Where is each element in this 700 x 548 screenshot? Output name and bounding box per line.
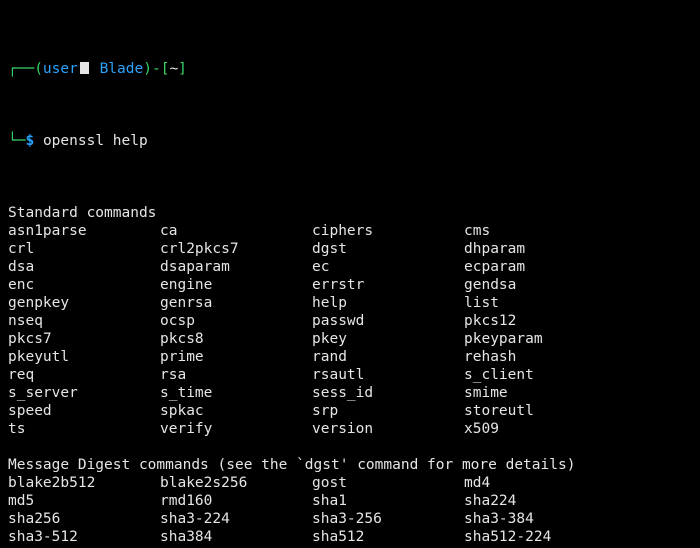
command-name: sha3-256: [312, 510, 464, 528]
table-row: asn1parsecacipherscms: [8, 222, 692, 240]
command-name: sha3-512: [8, 528, 160, 546]
command-name: version: [312, 420, 464, 438]
command-name: help: [312, 294, 464, 312]
command-name: gendsa: [464, 276, 692, 294]
blank-line: [8, 438, 692, 456]
table-row: sha3-512sha384sha512sha512-224: [8, 528, 692, 546]
section-heading: Message Digest commands (see the `dgst' …: [8, 456, 692, 474]
command-name: sha512: [312, 528, 464, 546]
command-name: dgst: [312, 240, 464, 258]
command-name: md4: [464, 474, 692, 492]
table-row: genpkeygenrsahelplist: [8, 294, 692, 312]
table-row: dsadsaparamececparam: [8, 258, 692, 276]
command-name: storeutl: [464, 402, 692, 420]
output-sections: Standard commandsasn1parsecacipherscmscr…: [8, 204, 692, 548]
table-row: pkeyutlprimerandrehash: [8, 348, 692, 366]
prompt-at-icon: [80, 62, 89, 74]
command-name: req: [8, 366, 160, 384]
table-row: reqrsarsautls_client: [8, 366, 692, 384]
command-name: prime: [160, 348, 312, 366]
command-name: pkey: [312, 330, 464, 348]
command-name: s_time: [160, 384, 312, 402]
command-name: pkcs8: [160, 330, 312, 348]
table-row: blake2b512blake2s256gostmd4: [8, 474, 692, 492]
command-name: ciphers: [312, 222, 464, 240]
command-name: gost: [312, 474, 464, 492]
prompt-user: user: [43, 61, 78, 77]
command-name: genpkey: [8, 294, 160, 312]
prompt-line-2: └─$ openssl help: [8, 132, 692, 150]
command-name: x509: [464, 420, 692, 438]
command-name: smime: [464, 384, 692, 402]
table-row: pkcs7pkcs8pkeypkeyparam: [8, 330, 692, 348]
command-name: speed: [8, 402, 160, 420]
command-text: openssl help: [43, 133, 148, 149]
command-name: pkeyparam: [464, 330, 692, 348]
command-name: md5: [8, 492, 160, 510]
command-name: srp: [312, 402, 464, 420]
command-name: passwd: [312, 312, 464, 330]
command-name: sha224: [464, 492, 692, 510]
command-name: crl: [8, 240, 160, 258]
command-name: dsa: [8, 258, 160, 276]
prompt-close-paren: ): [143, 61, 152, 77]
table-row: sha256sha3-224sha3-256sha3-384: [8, 510, 692, 528]
prompt-line-1: ┌──(user Blade)-[~]: [8, 60, 692, 78]
command-name: sess_id: [312, 384, 464, 402]
table-row: crlcrl2pkcs7dgstdhparam: [8, 240, 692, 258]
command-name: ocsp: [160, 312, 312, 330]
command-name: cms: [464, 222, 692, 240]
command-name: rehash: [464, 348, 692, 366]
prompt-open-paren: ┌──(: [8, 61, 43, 77]
command-name: ecparam: [464, 258, 692, 276]
command-name: rsa: [160, 366, 312, 384]
command-name: rmd160: [160, 492, 312, 510]
command-name: genrsa: [160, 294, 312, 312]
command-name: verify: [160, 420, 312, 438]
command-name: list: [464, 294, 692, 312]
command-name: crl2pkcs7: [160, 240, 312, 258]
command-name: s_server: [8, 384, 160, 402]
command-name: sha256: [8, 510, 160, 528]
prompt-close-bracket: ]: [178, 61, 187, 77]
command-name: sha512-224: [464, 528, 692, 546]
command-name: sha3-384: [464, 510, 692, 528]
prompt-dash: -: [152, 61, 161, 77]
terminal-output[interactable]: ┌──(user Blade)-[~] └─$ openssl help Sta…: [0, 0, 700, 548]
command-name: blake2s256: [160, 474, 312, 492]
command-name: blake2b512: [8, 474, 160, 492]
section-heading: Standard commands: [8, 204, 692, 222]
command-name: rand: [312, 348, 464, 366]
command-name: errstr: [312, 276, 464, 294]
command-name: rsautl: [312, 366, 464, 384]
command-name: sha384: [160, 528, 312, 546]
table-row: s_servers_timesess_idsmime: [8, 384, 692, 402]
table-row: md5rmd160sha1sha224: [8, 492, 692, 510]
command-name: dhparam: [464, 240, 692, 258]
command-name: pkcs12: [464, 312, 692, 330]
command-name: pkcs7: [8, 330, 160, 348]
table-row: encengineerrstrgendsa: [8, 276, 692, 294]
command-name: sha1: [312, 492, 464, 510]
command-name: ts: [8, 420, 160, 438]
prompt-dollar: $: [25, 133, 34, 149]
command-name: engine: [160, 276, 312, 294]
command-name: enc: [8, 276, 160, 294]
command-name: pkeyutl: [8, 348, 160, 366]
command-name: ec: [312, 258, 464, 276]
table-row: tsverifyversionx509: [8, 420, 692, 438]
command-name: ca: [160, 222, 312, 240]
command-name: asn1parse: [8, 222, 160, 240]
prompt-path: ~: [169, 61, 178, 77]
table-row: nseqocsppasswdpkcs12: [8, 312, 692, 330]
command-name: s_client: [464, 366, 692, 384]
command-name: dsaparam: [160, 258, 312, 276]
command-name: spkac: [160, 402, 312, 420]
command-name: nseq: [8, 312, 160, 330]
prompt-host: Blade: [100, 61, 144, 77]
command-name: sha3-224: [160, 510, 312, 528]
table-row: speedspkacsrpstoreutl: [8, 402, 692, 420]
prompt-lead: └─: [8, 133, 25, 149]
